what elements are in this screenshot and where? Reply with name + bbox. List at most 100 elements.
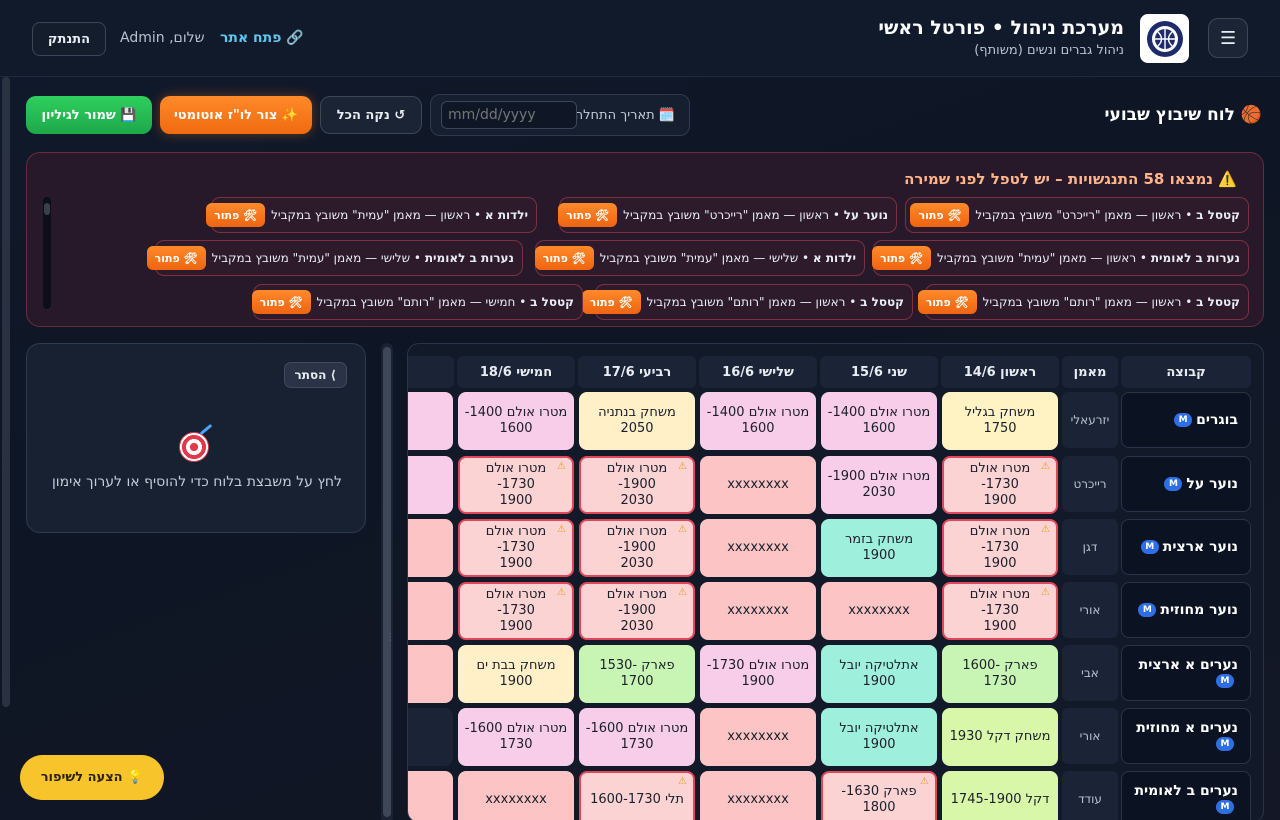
fix-conflict-button[interactable]: 🛠 פתור xyxy=(917,290,977,314)
schedule-slot[interactable]: אתלטיקה יובל 1900 xyxy=(821,645,937,703)
schedule-slot[interactable]: פארק 1600-1730 xyxy=(942,645,1058,703)
schedule-slot[interactable]: דקל 1745-1900 xyxy=(942,771,1058,820)
schedule-slot[interactable]: מטרו אולם 1600- 1730 xyxy=(579,708,695,766)
schedule-slot[interactable]: מטרו אולם 1730- 1900 ⚠ xyxy=(458,582,574,640)
warning-icon: ⚠ xyxy=(1041,587,1050,598)
schedule-slot[interactable]: x xyxy=(408,645,453,703)
schedule-slot[interactable]: משחק דקל 1930 xyxy=(942,708,1058,766)
fix-conflict-button[interactable]: 🛠 פתור xyxy=(534,246,594,270)
schedule-slot[interactable]: מטרו אולם 1900- 2030 ⚠ xyxy=(579,456,695,514)
edit-side-panel: ⟩ הסתר לחץ על משבצת בלוח כדי להוסיף או ל… xyxy=(26,343,366,533)
schedule-slot[interactable]: מטרו אולם 1730- 1900 ⚠ xyxy=(942,456,1058,514)
schedule-slot[interactable]: משחק בבת ים 1900 xyxy=(458,645,574,703)
user-greeting: שלום, Admin xyxy=(120,30,205,46)
team-cell[interactable]: נוער מחוזיתM xyxy=(1121,582,1251,638)
slot-text: xxxxxxxx xyxy=(727,476,789,492)
team-name: נערים א מחוזיתM xyxy=(1122,720,1238,752)
schedule-slot[interactable]: מטרו אולם 1900- 2030 xyxy=(821,456,937,514)
schedule-slot[interactable]: מטר xyxy=(408,456,453,514)
team-cell[interactable]: נוער ארציתM xyxy=(1121,519,1251,575)
coach-cell: יזרעאלי xyxy=(1062,392,1118,448)
schedule-slot[interactable]: פארק 1630- 1800 ⚠ xyxy=(821,771,937,820)
scroll-thumb[interactable] xyxy=(383,347,391,817)
coach-cell: אורי xyxy=(1062,708,1118,764)
schedule-slot[interactable]: מטרו אולם 1730- 1900 xyxy=(700,645,816,703)
schedule-slot[interactable]: פארק 1530-1700 xyxy=(579,645,695,703)
start-date-input[interactable] xyxy=(441,101,577,129)
slot-text: דקל 1745-1900 xyxy=(950,791,1050,807)
fix-conflict-button[interactable]: 🛠 פתור xyxy=(558,203,618,227)
page-scrollbar[interactable] xyxy=(2,77,10,707)
open-site-link[interactable]: 🔗 פתח אתר xyxy=(220,30,304,46)
slot-text: מטרו אולם 1730- 1900 xyxy=(485,523,547,572)
schedule-slot[interactable]: מטרו אולם 1900- 2030 ⚠ xyxy=(579,582,695,640)
schedule-slot[interactable]: משחק בגליל 1750 xyxy=(942,392,1058,450)
schedule-slot[interactable]: מטרו אולם 1600- 1730 xyxy=(458,708,574,766)
schedule-slot[interactable]: משחק בזמר 1900 xyxy=(821,519,937,577)
fix-conflict-button[interactable]: 🛠 פתור xyxy=(251,290,311,314)
schedule-slot[interactable]: x xyxy=(408,771,453,820)
menu-button[interactable]: ☰ xyxy=(1208,18,1248,58)
schedule-slot[interactable]: xxxxxxxx xyxy=(700,519,816,577)
team-name: נוער ארציתM xyxy=(1140,539,1238,555)
auto-schedule-button[interactable]: ✨ צור לו"ז אוטומטי xyxy=(160,96,312,134)
schedule-slot[interactable]: x xyxy=(408,519,453,577)
team-cell[interactable]: נערים א ארציתM xyxy=(1121,645,1251,701)
team-name: נערים ב לאומיתM xyxy=(1122,783,1238,815)
schedule-slot[interactable]: מטרו אולם 1730- 1900 ⚠ xyxy=(942,582,1058,640)
fix-conflict-button[interactable]: 🛠 פתור xyxy=(146,246,206,270)
conflict-chip: ילדות א • ראשון — מאמן "עמית" משובץ במקב… xyxy=(206,197,537,233)
conflict-text: נערות ב לאומית • ראשון — מאמן "עמית" משו… xyxy=(937,251,1240,265)
schedule-slot[interactable]: אתלטיקה יובל 1900 xyxy=(821,708,937,766)
schedule-slot[interactable]: מטרו אולם 1730- 1900 ⚠ xyxy=(458,519,574,577)
gender-badge: M xyxy=(1138,602,1157,617)
resize-handle-icon[interactable]: ⋮ xyxy=(385,632,395,643)
fix-conflict-button[interactable]: 🛠 פתור xyxy=(872,246,931,270)
conflict-chip: נוער על • ראשון — מאמן "רייכרט" משובץ במ… xyxy=(558,197,897,233)
conflicts-scrollbar[interactable] xyxy=(43,197,51,309)
team-cell[interactable]: נוער עלM xyxy=(1121,456,1251,512)
suggest-improvement-button[interactable]: 💡 הצעה לשיפור xyxy=(20,755,164,800)
logout-button[interactable]: התנתק xyxy=(32,22,106,56)
conflict-detail: • ראשון — מאמן "עמית" משובץ במקביל xyxy=(936,251,1151,265)
team-cell[interactable]: בוגריםM xyxy=(1121,392,1251,448)
conflict-team: קטסל ב xyxy=(530,295,574,309)
team-cell[interactable]: נערים א מחוזיתM xyxy=(1121,708,1251,764)
schedule-slot[interactable]: משחק בנתניה 2050 xyxy=(579,392,695,450)
conflict-team: נערות ב לאומית xyxy=(1150,251,1240,265)
conflict-chip: נערות ב לאומית • ראשון — מאמן "עמית" משו… xyxy=(872,240,1249,276)
fix-conflict-button[interactable]: 🛠 פתור xyxy=(206,203,266,227)
schedule-slot[interactable]: מטרו אולם 1730- 1900 ⚠ xyxy=(458,456,574,514)
save-to-sheet-button[interactable]: 💾 שמור לגיליון xyxy=(26,96,152,134)
schedule-slot[interactable]: xxxxxxxx xyxy=(700,456,816,514)
slot-text: מטרו אולם 1400- 1600 xyxy=(464,404,568,436)
schedule-slot[interactable]: מטרו אולם 1400- 1600 xyxy=(821,392,937,450)
fix-conflict-button[interactable]: 🛠 פתור xyxy=(910,203,970,227)
grid-side-scrollbar[interactable] xyxy=(381,343,393,820)
schedule-slot[interactable]: מטרו xyxy=(408,392,453,450)
clear-all-button[interactable]: ↺ נקה הכל xyxy=(320,96,422,134)
slot-text: מטרו אולם 1900- 2030 xyxy=(606,586,668,635)
team-cell[interactable]: נערים ב לאומיתM xyxy=(1121,771,1251,820)
slot-text: פארק 1600-1730 xyxy=(962,657,1038,689)
slot-text: משחק בבת ים 1900 xyxy=(476,657,556,689)
slot-text: פארק 1630- 1800 xyxy=(841,783,917,815)
schedule-slot[interactable]: מטרו אולם 1400- 1600 xyxy=(700,392,816,450)
schedule-slot[interactable]: מטרו אולם 1730- 1900 ⚠ xyxy=(942,519,1058,577)
slot-text: xxxxxxxx xyxy=(727,791,789,807)
schedule-slot[interactable]: xxxxxxxx xyxy=(700,582,816,640)
slot-text: מטרו אולם 1600- 1730 xyxy=(464,720,568,752)
schedule-slot[interactable]: xxxxxxxx xyxy=(700,708,816,766)
schedule-slot[interactable]: תלי 1600-1730 ⚠ xyxy=(579,771,695,820)
slot-text: xxxxxxxx xyxy=(485,791,547,807)
schedule-slot[interactable]: מטרו אולם 1400- 1600 xyxy=(458,392,574,450)
schedule-slot[interactable]: xxxxxxxx xyxy=(821,582,937,640)
schedule-slot[interactable]: מטרו אולם 1900- 2030 ⚠ xyxy=(579,519,695,577)
fix-conflict-button[interactable]: 🛠 פתור xyxy=(581,290,641,314)
slot-text: מטרו אולם 1900- 2030 xyxy=(606,460,668,509)
schedule-slot[interactable] xyxy=(408,708,453,766)
schedule-slot[interactable]: x xyxy=(408,582,453,640)
hide-panel-button[interactable]: ⟩ הסתר xyxy=(283,362,347,388)
schedule-slot[interactable]: xxxxxxxx xyxy=(458,771,574,820)
schedule-slot[interactable]: xxxxxxxx xyxy=(700,771,816,820)
